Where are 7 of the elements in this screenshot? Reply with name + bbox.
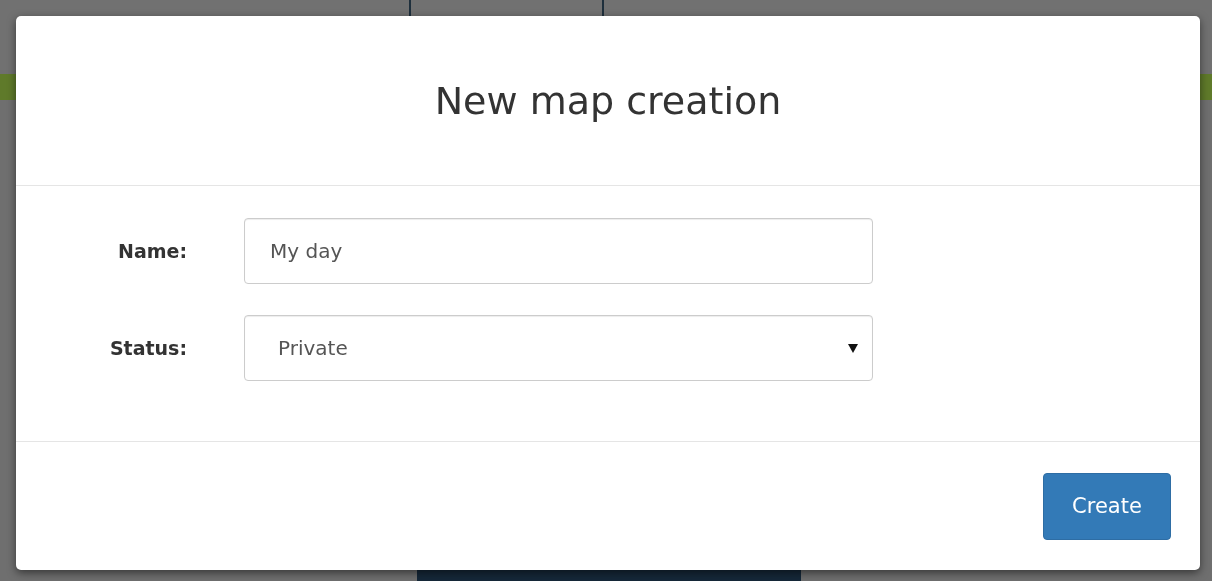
field-label: Name:	[117, 240, 187, 262]
status-dropdown[interactable]: Private	[244, 315, 873, 381]
caret-icon	[848, 343, 858, 353]
dialog-title: New map creation	[434, 78, 782, 123]
create-button[interactable]: Create	[1043, 472, 1171, 540]
name-field[interactable]: My day	[244, 218, 873, 284]
field-label: Status:	[108, 337, 187, 359]
